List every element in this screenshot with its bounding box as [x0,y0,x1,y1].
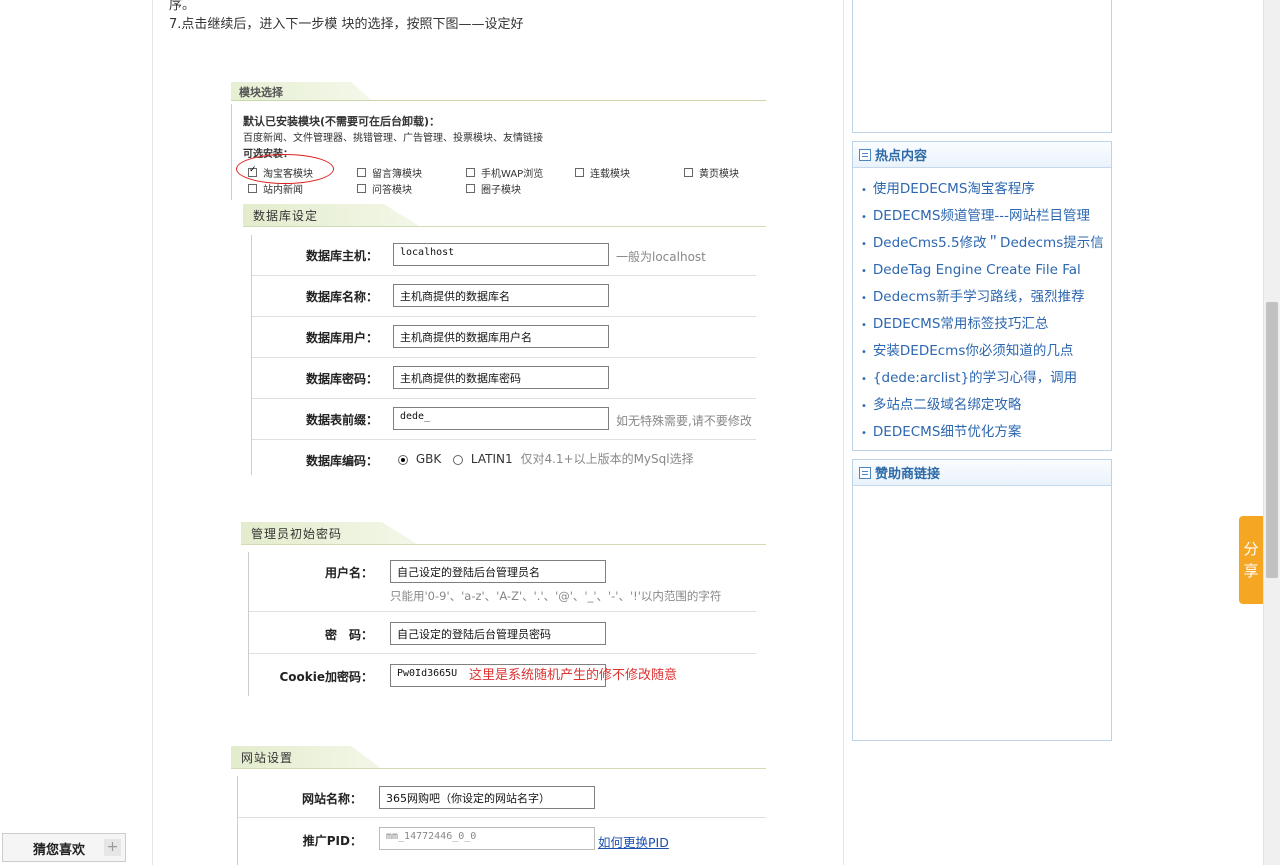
admin-form: 用户名： 自己设定的登陆后台管理员名 只能用'0-9'、'a-z'、'A-Z'、… [248,552,756,696]
list-icon [859,466,871,479]
module-option-wap[interactable]: 手机WAP浏览 [466,165,543,180]
database-form: 数据库主机： localhost 一般为localhost 数据库名称： 主机商… [251,235,756,475]
list-icon [859,148,871,161]
module-option-yellowpage[interactable]: 黄页模块 [684,165,739,180]
module-header-line [231,100,766,101]
admin-user-label: 用户名： [324,566,373,580]
article-step-text: 7.点击继续后，进入下一步模 块的选择，按照下图——设定好 [169,17,524,32]
share-button[interactable]: 分享 [1239,516,1263,604]
db-charset-options: GBK LATIN1 仅对4.1+以上版本的MySql选择 [398,450,694,467]
db-user-label: 数据库用户： [305,331,378,345]
admin-user-hint: 只能用'0-9'、'a-z'、'A-Z'、'.'、'@'、'_'、'-'、'!'… [390,589,722,603]
hot-item[interactable]: 安装DEDEcms你必须知道的几点 [861,338,1111,365]
db-user-row: 数据库用户： 主机商提供的数据库用户名 [252,317,756,358]
db-pass-row: 数据库密码： 主机商提供的数据库密码 [252,358,756,399]
installed-modules-list: 百度新闻、文件管理器、挑错管理、广告管理、投票模块、友情链接 [243,133,543,144]
sidebar-top-box [852,0,1112,133]
checkbox-icon[interactable] [575,168,584,177]
hot-item[interactable]: DEDECMS常用标签技巧汇总 [861,311,1111,338]
sponsor-box: 赞助商链接 [852,459,1112,741]
installed-modules-title: 默认已安装模块(不需要可在后台卸载)： [243,115,441,128]
hot-item[interactable]: DedeTag Engine Create File Fal [861,257,1111,284]
site-name-row: 网站名称： 365网购吧（你设定的网站名字） [238,776,766,818]
radio-gbk[interactable] [398,454,408,465]
site-pid-input[interactable]: mm_14772446_0_0 [379,827,595,850]
admin-pass-row: 密 码： 自己设定的登陆后台管理员密码 [249,612,756,654]
site-name-label: 网站名称： [301,792,362,806]
db-host-input[interactable]: localhost [393,243,609,266]
admin-cookie-label: Cookie加密码： [279,670,373,684]
database-header-line [243,226,766,227]
hot-item[interactable]: 多站点二级域名绑定攻略 [861,392,1111,419]
admin-pass-input[interactable]: 自己设定的登陆后台管理员密码 [390,622,606,645]
module-option-guestbook[interactable]: 留言簿模块 [357,165,422,180]
admin-header-line [241,544,766,545]
site-pid-link[interactable]: 如何更换PID [598,832,669,851]
left-margin [0,0,152,865]
db-host-hint: 一般为localhost [616,250,706,264]
site-header-line [231,768,766,769]
db-prefix-label: 数据表前缀： [305,413,378,427]
hot-item[interactable]: DedeCms5.5修改＂Dedecms提示信 [861,230,1111,257]
article-text-cut: 序。 [169,0,196,13]
database-section-header: 数据库设定 [243,204,419,226]
db-user-input[interactable]: 主机商提供的数据库用户名 [393,325,609,348]
checkbox-icon[interactable] [466,184,475,193]
sponsor-header: 赞助商链接 [853,460,1111,486]
admin-user-input[interactable]: 自己设定的登陆后台管理员名 [390,560,606,583]
module-option-group[interactable]: 圈子模块 [466,181,521,196]
admin-cookie-note: 这里是系统随机产生的修不修改随意 [469,668,678,683]
checkbox-icon[interactable] [684,168,693,177]
site-name-input[interactable]: 365网购吧（你设定的网站名字） [379,786,595,809]
checkbox-icon[interactable] [357,184,366,193]
module-section-header: 模块选择 [231,82,371,100]
hot-item[interactable]: {dede:arclist}的学习心得，调用 [861,365,1111,392]
hot-content-box: 热点内容 使用DEDECMS淘宝客程序 DEDECMS频道管理---网站栏目管理… [852,141,1112,451]
hot-content-header: 热点内容 [853,142,1111,168]
db-charset-label: 数据库编码： [305,454,378,468]
db-name-row: 数据库名称： 主机商提供的数据库名 [252,276,756,317]
hot-item[interactable]: DEDECMS频道管理---网站栏目管理 [861,203,1111,230]
db-host-row: 数据库主机： localhost 一般为localhost [252,235,756,276]
db-prefix-input[interactable]: dede_ [393,407,609,430]
recommend-bar[interactable]: 猜您喜欢 + [2,833,126,862]
checkbox-icon[interactable] [248,184,257,193]
install-screenshot: 模块选择 默认已安装模块(不需要可在后台卸载)： 百度新闻、文件管理器、挑错管理… [231,80,771,865]
site-pid-label: 推广PID： [302,834,362,848]
admin-user-row: 用户名： 自己设定的登陆后台管理员名 只能用'0-9'、'a-z'、'A-Z'、… [249,552,756,612]
db-prefix-hint: 如无特殊需要,请不要修改 [616,414,752,428]
db-prefix-row: 数据表前缀： dede_ 如无特殊需要,请不要修改 [252,399,756,440]
db-pass-input[interactable]: 主机商提供的数据库密码 [393,366,609,389]
db-host-label: 数据库主机： [305,249,378,263]
db-name-input[interactable]: 主机商提供的数据库名 [393,284,609,307]
scrollbar-thumb[interactable] [1266,302,1278,578]
db-pass-label: 数据库密码： [305,372,378,386]
page-scrollbar[interactable] [1263,0,1280,865]
module-option-ask[interactable]: 问答模块 [357,181,412,196]
expand-plus-icon[interactable]: + [104,839,121,856]
checkbox-icon[interactable] [466,168,475,177]
db-name-label: 数据库名称： [305,290,378,304]
radio-latin1[interactable] [453,454,464,465]
admin-section-header: 管理员初始密码 [241,522,417,544]
article-content: 序。 7.点击继续后，进入下一步模 块的选择，按照下图——设定好 模块选择 默认… [152,0,844,865]
recommend-label: 猜您喜欢 [33,843,86,858]
site-form: 网站名称： 365网购吧（你设定的网站名字） 推广PID： mm_1477244… [237,776,766,865]
hot-content-list: 使用DEDECMS淘宝客程序 DEDECMS频道管理---网站栏目管理 Dede… [853,168,1111,446]
checkbox-icon[interactable] [357,168,366,177]
db-charset-hint: 仅对4.1+以上版本的MySql选择 [520,452,694,466]
site-section-header: 网站设置 [231,746,381,768]
hot-item[interactable]: DEDECMS细节优化方案 [861,419,1111,446]
db-charset-row: 数据库编码： GBK LATIN1 仅对4.1+以上版本的MySql选择 [252,440,756,475]
hot-item[interactable]: 使用DEDECMS淘宝客程序 [861,176,1111,203]
admin-cookie-row: Cookie加密码： Pw0Id3665U 这里是系统随机产生的修不修改随意 [249,654,756,696]
module-option-serial[interactable]: 连载模块 [575,165,630,180]
hot-item[interactable]: Dedecms新手学习路线，强烈推荐 [861,284,1111,311]
highlight-ellipse [236,154,334,184]
site-pid-row: 推广PID： mm_14772446_0_0 如何更换PID [238,818,766,865]
admin-pass-label: 密 码： [324,628,373,642]
